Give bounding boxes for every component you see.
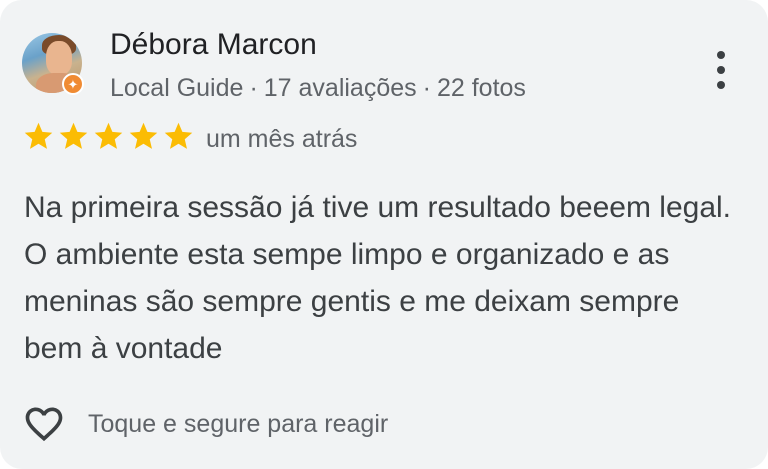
star-icon xyxy=(129,122,158,149)
review-text: Na primeira sessão já tive um resultado … xyxy=(24,191,732,365)
more-vert-icon-dot xyxy=(717,81,725,89)
avatar[interactable]: ✦ xyxy=(22,33,84,95)
heart-outline-icon[interactable] xyxy=(22,402,66,446)
photos-count: 22 fotos xyxy=(436,74,526,102)
star-icon xyxy=(164,122,193,149)
more-vert-icon-dot xyxy=(717,66,725,74)
author-meta: Local Guide · 17 avaliações · 22 fotos xyxy=(110,74,526,103)
local-guide-label: Local Guide xyxy=(110,74,244,102)
star-icon xyxy=(59,122,88,149)
star-icon xyxy=(24,122,53,149)
meta-separator: · xyxy=(422,74,431,102)
star-rating xyxy=(22,120,195,153)
react-button[interactable]: Toque e segure para reagir xyxy=(22,402,388,446)
reviews-count: 17 avaliações xyxy=(263,74,417,102)
local-guide-badge-icon: ✦ xyxy=(62,73,84,95)
react-label: Toque e segure para reagir xyxy=(88,409,389,438)
author-name[interactable]: Débora Marcon xyxy=(110,28,317,62)
review-card: ✦ Débora Marcon Local Guide · 17 avaliaçõe… xyxy=(0,0,768,469)
more-options-button[interactable] xyxy=(704,48,738,92)
meta-separator: · xyxy=(249,74,258,102)
star-icon xyxy=(94,122,123,149)
more-vert-icon-dot xyxy=(717,51,725,59)
review-time: um mês atrás xyxy=(206,125,358,153)
